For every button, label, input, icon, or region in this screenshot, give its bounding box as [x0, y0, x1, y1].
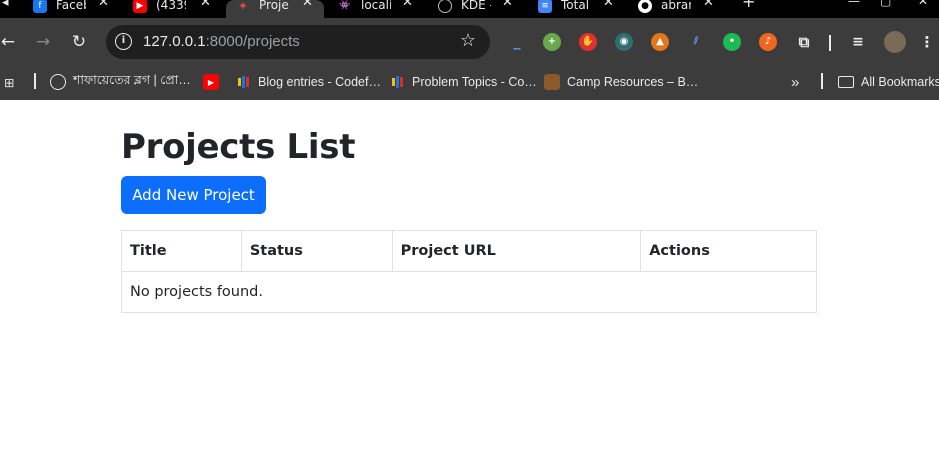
- all-bookmarks-button[interactable]: All Bookmarks: [838, 71, 939, 93]
- minimize-icon[interactable]: —: [848, 0, 860, 8]
- camp-icon: [544, 74, 560, 90]
- extensions-puzzle-icon[interactable]: ⧉: [795, 33, 813, 51]
- add-project-button[interactable]: Add New Project: [121, 176, 266, 214]
- tab-title: Faceb: [56, 0, 86, 12]
- page-title: Projects List: [121, 127, 356, 167]
- laravel-icon: ◈: [239, 1, 247, 11]
- extension-underscore-icon[interactable]: _: [508, 33, 526, 51]
- all-bookmarks-label: All Bookmarks: [861, 75, 939, 89]
- globe-icon: [438, 0, 452, 13]
- empty-message: No projects found.: [121, 271, 817, 313]
- projects-table: Title Status Project URL Actions No proj…: [121, 230, 817, 313]
- apps-grid-icon[interactable]: ⊞: [4, 71, 14, 93]
- tab-title: locali: [361, 0, 391, 12]
- tab-title: KDE -: [461, 0, 491, 12]
- close-tab-icon[interactable]: ✕: [703, 0, 714, 10]
- media-control-icon[interactable]: ≡: [849, 33, 867, 51]
- codeforces-icon: [389, 74, 405, 90]
- column-header-title: Title: [121, 230, 242, 272]
- bookmarks-divider: [821, 73, 823, 89]
- bookmark-star-icon[interactable]: ☆: [460, 30, 476, 51]
- facebook-icon: f: [33, 0, 47, 13]
- folder-icon: [838, 76, 854, 88]
- chevron-left-icon: ◂: [2, 0, 9, 10]
- table-row: No projects found.: [121, 271, 817, 313]
- bookmark-item[interactable]: Camp Resources – B…: [544, 71, 698, 93]
- bookmark-item[interactable]: ▶: [203, 71, 226, 93]
- bookmark-label: Blog entries - Codef…: [258, 75, 381, 89]
- page-content: Projects List Add New Project Title Stat…: [0, 100, 939, 451]
- reload-icon[interactable]: ↻: [67, 30, 91, 54]
- extension-hand-icon[interactable]: ✋: [579, 33, 597, 51]
- tab-6[interactable]: ● abrar ✕: [638, 0, 714, 18]
- bookmarks-bar: ⊞ শাফায়েতের ব্লগ | প্রো… ▶ Blog entries…: [0, 66, 939, 100]
- close-window-icon[interactable]: ✕: [918, 0, 928, 8]
- site-info-icon[interactable]: i: [115, 33, 132, 50]
- docs-icon: ≡: [538, 0, 552, 13]
- close-tab-icon[interactable]: ✕: [200, 0, 211, 10]
- tab-2-active[interactable]: ◈ Proje ✕: [226, 0, 324, 18]
- bookmark-label: শাফায়েতের ব্লগ | প্রো…: [73, 73, 191, 87]
- table-header-row: Title Status Project URL Actions: [121, 230, 817, 272]
- tab-title: Total: [561, 0, 590, 12]
- github-icon: ●: [638, 0, 652, 13]
- tab-strip: ◂ f Faceb ✕ ▶ (4339 ✕ ◈ Proje ✕ 👾 locali…: [0, 0, 939, 18]
- avatar[interactable]: [884, 31, 906, 53]
- tab-title: abrar: [661, 0, 691, 12]
- bookmark-item[interactable]: Problem Topics - Co…: [389, 71, 537, 93]
- extension-eye-icon[interactable]: ◉: [615, 33, 633, 51]
- globe-icon: [50, 74, 66, 90]
- address-bar[interactable]: i 127.0.0.1:8000/projects ☆: [106, 25, 490, 59]
- tab-title: (4339: [156, 0, 186, 12]
- bookmarks-divider: [34, 73, 36, 89]
- metamask-icon[interactable]: ▲: [651, 33, 669, 51]
- close-tab-icon[interactable]: ✕: [603, 0, 614, 10]
- codeforces-icon: [235, 74, 251, 90]
- bookmark-label: Problem Topics - Co…: [412, 75, 537, 89]
- youtube-icon: ▶: [133, 0, 147, 13]
- close-tab-icon[interactable]: ✕: [402, 0, 413, 10]
- more-bookmarks-button[interactable]: »: [791, 71, 799, 93]
- extension-bars-icon[interactable]: ⫽: [687, 33, 705, 51]
- tab-3[interactable]: 👾 locali ✕: [338, 0, 413, 18]
- tab-0[interactable]: f Faceb ✕: [33, 0, 109, 18]
- tab-title: Proje: [259, 0, 289, 12]
- extension-bell-icon[interactable]: ♪: [759, 33, 777, 51]
- tab-4[interactable]: KDE - ✕: [438, 0, 513, 18]
- tab-5[interactable]: ≡ Total ✕: [538, 0, 614, 18]
- close-tab-icon[interactable]: ✕: [302, 0, 313, 10]
- forward-icon[interactable]: →: [31, 30, 55, 54]
- column-header-status: Status: [240, 230, 393, 272]
- bookmark-label: Camp Resources – B…: [567, 75, 699, 89]
- column-header-project-url: Project URL: [391, 230, 642, 272]
- toolbar-divider: [829, 35, 831, 51]
- tab-1[interactable]: ▶ (4339 ✕: [133, 0, 211, 18]
- youtube-icon: ▶: [203, 74, 219, 90]
- bookmark-item[interactable]: শাফায়েতের ব্লগ | প্রো…: [50, 71, 191, 93]
- invader-icon: 👾: [339, 1, 351, 11]
- extension-dot-icon[interactable]: •: [723, 33, 741, 51]
- bookmark-item[interactable]: Blog entries - Codef…: [235, 71, 381, 93]
- address-url[interactable]: 127.0.0.1:8000/projects: [143, 33, 300, 50]
- close-tab-icon[interactable]: ✕: [98, 0, 109, 10]
- back-icon[interactable]: ←: [0, 30, 20, 54]
- browser-toolbar: ← → ↻ i 127.0.0.1:8000/projects ☆ _ + ✋ …: [0, 18, 939, 66]
- close-tab-icon[interactable]: ✕: [502, 0, 513, 10]
- new-tab-button[interactable]: +: [742, 0, 755, 11]
- address-path: :8000/projects: [205, 33, 300, 50]
- maximize-icon[interactable]: ▢: [880, 0, 891, 8]
- tab-scroll-left[interactable]: ◂: [0, 0, 20, 18]
- address-host: 127.0.0.1: [143, 33, 206, 50]
- column-header-actions: Actions: [640, 230, 817, 272]
- extension-plus-icon[interactable]: +: [543, 33, 561, 51]
- menu-kebab-icon[interactable]: ⋮: [918, 33, 936, 51]
